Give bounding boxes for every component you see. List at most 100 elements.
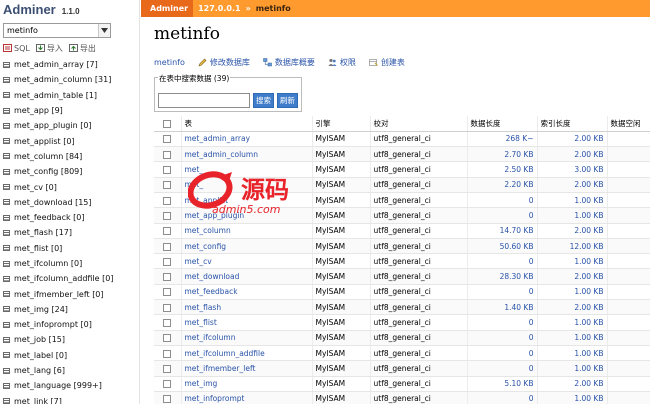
table-name-link[interactable]: met_ (181, 161, 313, 178)
sidebar-table-label[interactable]: met_applist [0] (14, 137, 75, 146)
index-length-cell[interactable]: 1.00 KB (537, 253, 608, 270)
sidebar-table-label[interactable]: met_admin_column [31] (14, 75, 111, 84)
table-icon[interactable] (3, 122, 10, 129)
sidebar-table-label[interactable]: met_admin_table [1] (14, 91, 97, 100)
export-link[interactable]: 导出 (68, 43, 96, 54)
data-length-cell[interactable]: 0 (467, 330, 538, 346)
sidebar-table-label[interactable]: met_job [15] (14, 335, 65, 344)
sidebar-table-item[interactable]: met_job [15] (0, 332, 139, 347)
table-name-link[interactable]: met_img (181, 376, 313, 392)
row-checkbox[interactable] (163, 349, 172, 358)
table-name-link[interactable]: met_ (181, 177, 313, 193)
table-name-link[interactable]: met_ifcolumn (181, 330, 313, 346)
table-name-link[interactable]: met_app_plugin (181, 207, 313, 224)
sidebar-table-item[interactable]: met_flash [17] (0, 225, 139, 240)
column-header-index-length[interactable]: 索引长度 (537, 116, 608, 132)
sidebar-table-item[interactable]: met_label [0] (0, 348, 139, 363)
table-name-link[interactable]: met_ifcolumn_addfile (181, 345, 313, 362)
table-icon[interactable] (3, 107, 10, 114)
row-checkbox[interactable] (163, 135, 172, 144)
breadcrumb-server[interactable]: 127.0.0.1 (198, 4, 241, 13)
table-icon[interactable] (3, 275, 10, 282)
table-icon[interactable] (3, 291, 10, 298)
table-icon[interactable] (3, 138, 10, 145)
refresh-button[interactable]: 刷新 (277, 93, 298, 108)
search-input[interactable] (158, 93, 250, 108)
data-length-cell[interactable]: 2.70 KB (467, 146, 538, 163)
select-all-checkbox[interactable] (163, 119, 172, 128)
index-length-cell[interactable]: 12.00 KB (537, 238, 608, 255)
data-length-cell[interactable]: 0 (467, 192, 538, 209)
data-length-cell[interactable]: 14.70 KB (467, 223, 538, 239)
table-icon[interactable] (3, 306, 10, 313)
data-length-cell[interactable]: 0 (467, 253, 538, 270)
table-name-link[interactable]: met_config (181, 238, 313, 255)
sidebar-table-item[interactable]: met_admin_array [7] (0, 57, 139, 72)
sidebar-table-label[interactable]: met_app_plugin [0] (14, 121, 92, 130)
table-name-link[interactable]: met_download (181, 268, 313, 285)
row-checkbox[interactable] (163, 227, 172, 236)
sidebar-table-item[interactable]: met_feedback [0] (0, 210, 139, 225)
sidebar-table-item[interactable]: met_admin_table [1] (0, 88, 139, 103)
row-checkbox[interactable] (163, 242, 172, 251)
data-length-cell[interactable]: 50.60 KB (467, 238, 538, 255)
sidebar-table-label[interactable]: met_download [15] (14, 198, 92, 207)
alter-database-link[interactable]: 修改数据库 (198, 57, 250, 68)
index-length-cell[interactable]: 1.00 KB (537, 284, 608, 301)
row-checkbox[interactable] (163, 211, 172, 220)
index-length-cell[interactable]: 3.00 KB (537, 161, 608, 178)
sidebar-table-label[interactable]: met_ifcolumn_addfile [0] (14, 274, 113, 283)
table-name-link[interactable]: met_admin_column (181, 146, 313, 163)
sidebar-table-label[interactable]: met_admin_array [7] (14, 60, 98, 69)
row-checkbox[interactable] (163, 364, 172, 373)
import-link[interactable]: 导入 (35, 43, 63, 54)
table-icon[interactable] (3, 168, 10, 175)
table-name-link[interactable]: met_cv (181, 253, 313, 270)
brand[interactable]: Adminer 1.1.0 (3, 2, 80, 22)
index-length-cell[interactable]: 1.00 KB (537, 360, 608, 377)
index-length-cell[interactable]: 1.00 KB (537, 314, 608, 331)
sidebar-table-label[interactable]: met_img [24] (14, 305, 68, 314)
sidebar-table-item[interactable]: met_language [999+] (0, 378, 139, 393)
table-icon[interactable] (3, 260, 10, 267)
row-checkbox[interactable] (163, 380, 172, 389)
table-icon[interactable] (3, 214, 10, 221)
sidebar-table-label[interactable]: met_ifcolumn [0] (14, 259, 82, 268)
row-checkbox[interactable] (163, 319, 172, 327)
row-checkbox[interactable] (163, 395, 172, 404)
column-header-data-free[interactable]: 数据空闲 (607, 116, 650, 132)
data-length-cell[interactable]: 28.30 KB (467, 268, 538, 285)
data-length-cell[interactable]: 0 (467, 207, 538, 224)
table-icon[interactable] (3, 367, 10, 374)
sidebar-table-label[interactable]: met_language [999+] (14, 381, 102, 390)
table-icon[interactable] (3, 61, 10, 68)
row-checkbox[interactable] (163, 334, 172, 343)
table-icon[interactable] (3, 352, 10, 359)
sidebar-table-item[interactable]: met_ifcolumn [0] (0, 256, 139, 271)
sidebar-table-label[interactable]: met_ifmember_left [0] (14, 290, 104, 299)
data-length-cell[interactable]: 0 (467, 345, 538, 362)
sidebar-table-label[interactable]: met_app [9] (14, 106, 63, 115)
table-icon[interactable] (3, 321, 10, 328)
sidebar-table-item[interactable]: met_ifmember_left [0] (0, 286, 139, 301)
index-length-cell[interactable]: 1.00 KB (537, 391, 608, 404)
index-length-cell[interactable]: 2.00 KB (537, 299, 608, 316)
database-schema-link[interactable]: 数据库概要 (263, 57, 315, 68)
index-length-cell[interactable]: 2.00 KB (537, 268, 608, 285)
database-select[interactable]: metinfo (3, 23, 111, 38)
sidebar-table-label[interactable]: met_link [7] (14, 397, 62, 404)
table-icon[interactable] (3, 245, 10, 252)
sidebar-table-item[interactable]: met_img [24] (0, 302, 139, 317)
table-icon[interactable] (3, 229, 10, 236)
data-length-cell[interactable]: 5.10 KB (467, 376, 538, 392)
sidebar-table-label[interactable]: met_feedback [0] (14, 213, 84, 222)
sidebar-table-label[interactable]: met_label [0] (14, 351, 67, 360)
sidebar-table-item[interactable]: met_app [9] (0, 103, 139, 118)
index-length-cell[interactable]: 1.00 KB (537, 207, 608, 224)
index-length-cell[interactable]: 2.00 KB (537, 146, 608, 163)
sidebar-table-item[interactable]: met_download [15] (0, 195, 139, 210)
table-icon[interactable] (3, 92, 10, 99)
sidebar-table-item[interactable]: met_applist [0] (0, 133, 139, 148)
data-length-cell[interactable]: 0 (467, 360, 538, 377)
chevron-down-icon[interactable] (98, 24, 110, 37)
